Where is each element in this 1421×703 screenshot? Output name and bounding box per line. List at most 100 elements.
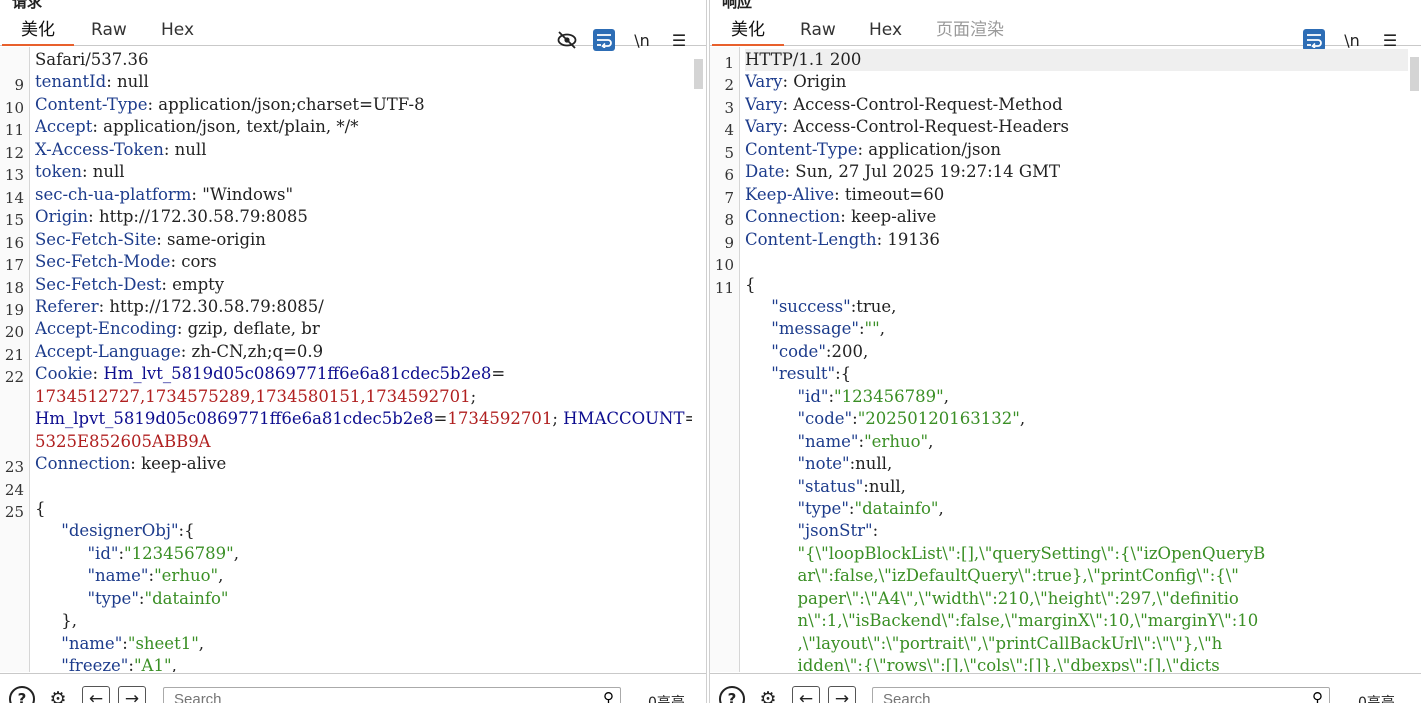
code-token: ,\"layout\":\"portrait\",\"printCallBack… [797, 633, 1223, 653]
line-number: 14 [4, 188, 24, 207]
code-token: : Sun, 27 Jul 2025 19:27:14 GMT [784, 162, 1060, 182]
code-token: 5325E852605ABB9A [35, 431, 211, 451]
code-token: "designerObj" [61, 521, 179, 541]
code-line: "code":200, [745, 341, 868, 363]
code-token: Accept-Language [35, 341, 181, 361]
settings-gear-icon[interactable]: ⚙ [45, 686, 71, 703]
search-input[interactable] [881, 690, 1285, 703]
code-token: : [872, 521, 879, 541]
code-line: HTTP/1.1 200 [745, 49, 1408, 71]
response-bottombar: ? ⚙ ← → ⚲ 0高亮 [710, 673, 1421, 703]
help-icon[interactable]: ? [719, 686, 745, 703]
code-token: "type" [87, 588, 139, 608]
code-token: = [491, 364, 506, 384]
code-line: Accept-Encoding: gzip, deflate, br [35, 318, 320, 340]
settings-gear-icon[interactable]: ⚙ [755, 686, 781, 703]
line-number: 13 [4, 166, 24, 185]
code-token: idden\":{\"rows\":[],\"cols\":[]},\"dbex… [797, 656, 1220, 672]
code-token: token [35, 162, 82, 182]
tab-hex[interactable]: Hex [850, 20, 921, 44]
code-line: tenantId: null [35, 71, 149, 93]
request-tabbar: 美化 Raw Hex \n ☰ [0, 13, 706, 51]
line-number: 19 [4, 300, 24, 319]
code-token: "name" [61, 633, 123, 653]
code-token: "datainfo" [144, 588, 229, 608]
code-token: sec-ch-ua-platform [35, 184, 192, 204]
previous-arrow-icon[interactable]: ← [82, 686, 110, 703]
vertical-scrollbar[interactable] [1408, 47, 1421, 672]
scrollbar-thumb[interactable] [694, 59, 703, 89]
code-line: Origin: http://172.30.58.79:8085 [35, 206, 308, 228]
code-token: : gzip, deflate, br [176, 319, 320, 339]
code-line: "message":"", [745, 318, 885, 340]
line-number: 22 [4, 368, 24, 387]
scrollbar-thumb[interactable] [1410, 57, 1419, 91]
code-token: : 19136 [876, 229, 940, 249]
code-token: Connection [745, 207, 841, 227]
next-arrow-icon[interactable]: → [118, 686, 146, 703]
code-line: }, [35, 610, 77, 632]
line-number: 7 [724, 188, 734, 207]
next-arrow-icon[interactable]: → [828, 686, 856, 703]
code-line: Hm_lpvt_5819d05c0869771ff6e6a81cdec5b2e8… [35, 408, 692, 430]
line-number: 15 [4, 211, 24, 230]
code-token: "sheet1" [127, 633, 199, 653]
code-token: HMACCOUNT [563, 409, 685, 429]
tab-raw[interactable]: Raw [781, 20, 855, 44]
line-number: 10 [4, 98, 24, 117]
code-token: paper\":\"A4\",\"width\":210,\"height\":… [797, 588, 1239, 608]
code-token: :null, [863, 476, 906, 496]
line-number: 25 [4, 503, 24, 521]
tab-raw[interactable]: Raw [72, 20, 146, 44]
code-line: idden\":{\"rows\":[],\"cols\":[]},\"dbex… [745, 655, 1220, 672]
code-line: sec-ch-ua-platform: "Windows" [35, 184, 293, 206]
code-token: tenantId [35, 72, 107, 92]
code-token: Hm_lpvt_5819d05c0869771ff6e6a81cdec5b2e8 [35, 409, 434, 429]
tab-pretty[interactable]: 美化 [2, 20, 74, 46]
code-line: Date: Sun, 27 Jul 2025 19:27:14 GMT [745, 161, 1060, 183]
previous-arrow-icon[interactable]: ← [792, 686, 820, 703]
code-token: :true, [850, 296, 897, 316]
response-code[interactable]: HTTP/1.1 200 Vary: Origin Vary: Access-Con… [745, 47, 1408, 672]
code-line: "id":"123456789", [745, 386, 949, 408]
tab-hex[interactable]: Hex [142, 20, 213, 44]
request-code[interactable]: Safari/537.36 tenantId: null Content-Type:… [35, 47, 692, 672]
code-token: , [943, 386, 949, 406]
response-panel: 响应 美化 Raw Hex 页面渲染 \n ☰ 1 2 3 4 5 6 7 8 9 10 11 HT… [709, 0, 1421, 703]
code-line: Vary: Access-Control-Request-Headers [745, 116, 1069, 138]
search-icon: ⚲ [1312, 690, 1323, 703]
search-box[interactable]: ⚲ [872, 687, 1330, 703]
help-icon[interactable]: ? [9, 686, 35, 703]
match-count: 0高亮 [1358, 695, 1395, 703]
code-token: { [35, 499, 46, 518]
code-token: Content-Length [745, 229, 877, 249]
response-editor[interactable]: 1 2 3 4 5 6 7 8 9 10 11 HTTP/1.1 200 Vary: Origin Va… [710, 47, 1421, 672]
code-token: "123456789" [834, 386, 944, 406]
tab-pretty[interactable]: 美化 [712, 20, 784, 46]
code-token: : zh-CN,zh;q=0.9 [180, 341, 324, 361]
code-token: ; [470, 386, 477, 406]
code-token: "123456789" [124, 543, 234, 563]
line-number: 8 [724, 211, 734, 230]
code-token: Vary [745, 117, 783, 137]
request-editor[interactable]: 9 10 11 12 13 14 15 16 17 18 19 20 21 22 23 24 25 Safari… [0, 47, 706, 672]
vertical-scrollbar[interactable] [692, 47, 706, 672]
code-token: , [938, 499, 944, 518]
code-line: "code":"20250120163132", [745, 408, 1025, 430]
search-input[interactable] [172, 690, 576, 703]
line-number: 18 [4, 278, 24, 297]
code-token: : keep-alive [130, 454, 227, 474]
code-line: "name":"erhuo", [745, 431, 933, 453]
code-line: "type":"datainfo" [35, 588, 228, 610]
search-box[interactable]: ⚲ [163, 687, 621, 703]
code-line: ar\":false,\"izDefaultQuery\":true},\"pr… [745, 565, 1238, 587]
code-line: Safari/537.36 [35, 49, 149, 71]
tab-render[interactable]: 页面渲染 [917, 20, 1023, 44]
code-line: { [745, 274, 756, 296]
